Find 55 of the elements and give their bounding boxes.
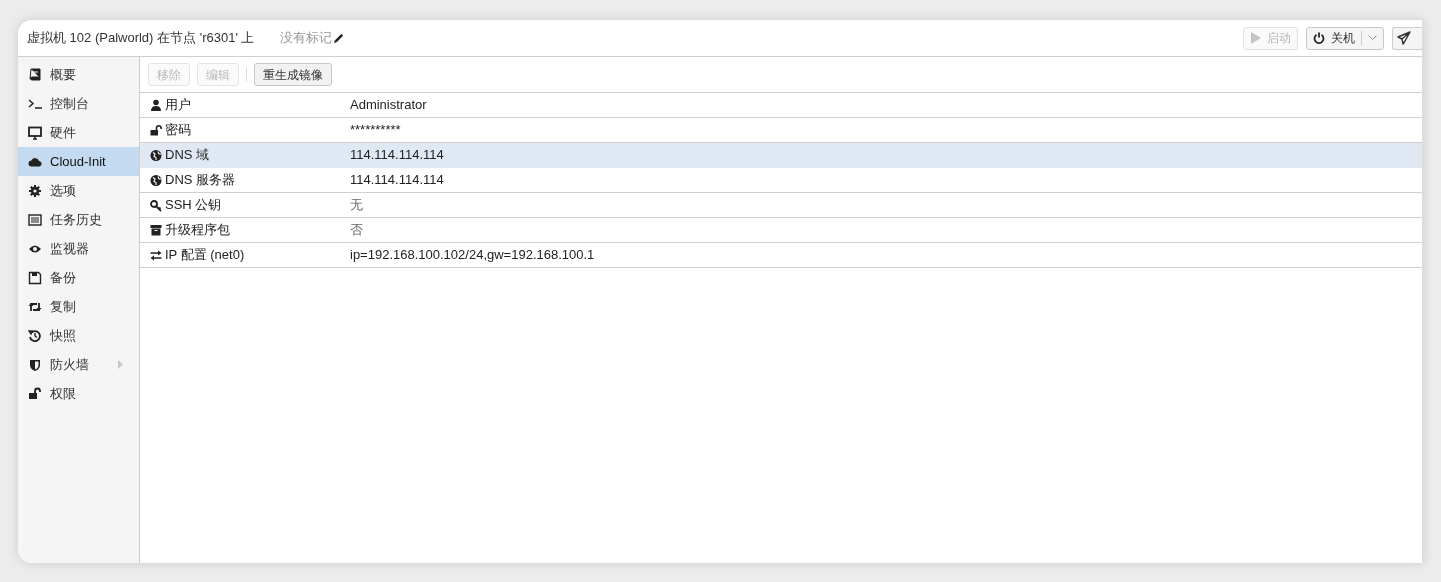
archive-box-icon: [150, 223, 162, 237]
globe-icon: [150, 173, 162, 187]
property-value: 114.114.114.114: [350, 146, 444, 165]
migrate-button[interactable]: [1392, 26, 1422, 50]
regenerate-image-button[interactable]: 重生成镜像: [254, 63, 332, 86]
monitor-icon: [28, 125, 42, 140]
pencil-icon: [333, 32, 345, 44]
user-icon: [150, 98, 162, 112]
expand-arrow-icon[interactable]: [118, 360, 123, 369]
sidebar-item[interactable]: 监视器: [18, 234, 139, 263]
sidebar-item[interactable]: 控制台: [18, 89, 139, 118]
property-value: ip=192.168.100.102/24,gw=192.168.100.1: [350, 246, 595, 265]
gear-icon: [28, 183, 42, 198]
property-name: DNS 域: [165, 146, 210, 165]
sidebar-item[interactable]: 硬件: [18, 118, 139, 147]
table-row[interactable]: 升级程序包 否: [140, 218, 1422, 243]
table-row[interactable]: SSH 公钥 无: [140, 193, 1422, 218]
sidebar-item[interactable]: 选项: [18, 176, 139, 205]
caret-down-icon[interactable]: [1368, 35, 1377, 41]
property-value: 否: [350, 221, 363, 240]
key-icon: [150, 198, 162, 212]
history-icon: [28, 328, 42, 343]
property-value: 114.114.114.114: [350, 171, 444, 190]
play-icon: [1250, 32, 1261, 44]
property-value: **********: [350, 121, 401, 140]
property-name: 升级程序包: [165, 221, 230, 240]
sidebar-item[interactable]: 权限: [18, 379, 139, 408]
sidebar-item[interactable]: 快照: [18, 321, 139, 350]
vm-title: 虚拟机 102 (Palworld) 在节点 'r6301' 上: [27, 29, 255, 48]
property-name: SSH 公钥: [165, 196, 222, 215]
power-icon: [1313, 32, 1325, 44]
exchange-arrows-icon: [150, 248, 162, 262]
sidebar-item[interactable]: 概要: [18, 60, 139, 89]
table-row[interactable]: DNS 服务器 114.114.114.114: [140, 168, 1422, 193]
property-value: 无: [350, 196, 363, 215]
paper-plane-icon: [1397, 31, 1411, 45]
property-value: Administrator: [350, 96, 427, 115]
unlock-icon: [150, 123, 162, 137]
table-row[interactable]: 用户 Administrator: [140, 93, 1422, 118]
shield-icon: [28, 357, 42, 372]
sidebar-item[interactable]: 备份: [18, 263, 139, 292]
globe-icon: [150, 148, 162, 162]
list-icon: [28, 212, 42, 227]
sidebar-item[interactable]: 复制: [18, 292, 139, 321]
sidebar-item[interactable]: Cloud-Init: [18, 147, 139, 176]
sidebar-item[interactable]: 防火墙: [18, 350, 139, 379]
table-row[interactable]: IP 配置 (net0) ip=192.168.100.102/24,gw=192.168.100.1: [140, 243, 1422, 268]
table-row[interactable]: DNS 域 114.114.114.114: [140, 143, 1422, 168]
property-name: 用户: [165, 96, 191, 115]
shutdown-button[interactable]: 关机: [1306, 26, 1384, 50]
sidebar-item[interactable]: 任务历史: [18, 205, 139, 234]
unlock-icon: [28, 386, 42, 401]
property-name: IP 配置 (net0): [165, 246, 245, 265]
property-name: DNS 服务器: [165, 171, 236, 190]
property-name: 密码: [165, 121, 191, 140]
